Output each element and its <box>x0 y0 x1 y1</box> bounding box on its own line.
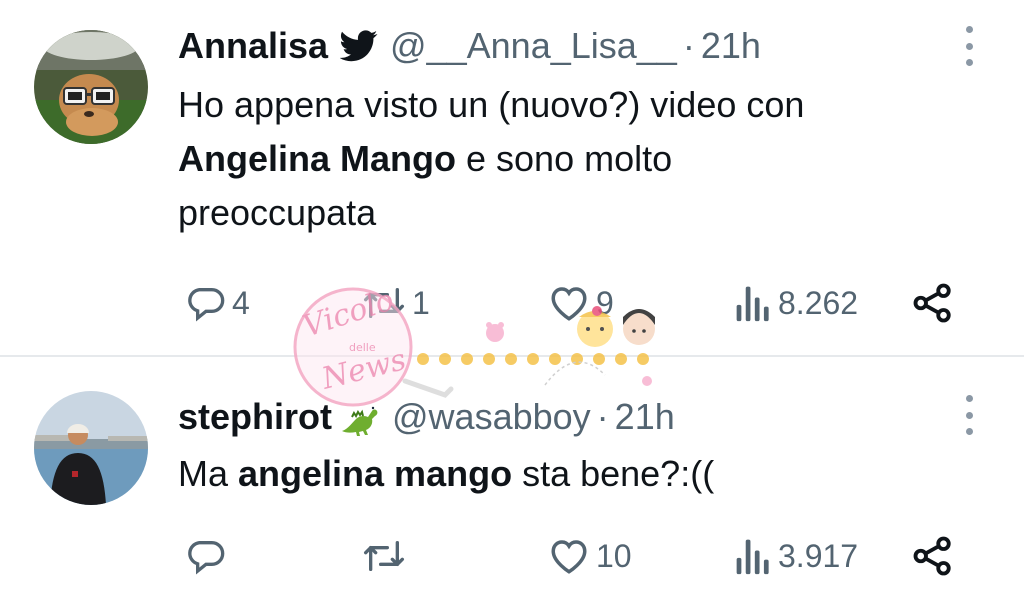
reply-count: 4 <box>232 284 250 321</box>
heart-icon <box>548 536 590 576</box>
share-icon <box>912 535 954 577</box>
timestamp[interactable]: 21h <box>701 25 761 67</box>
author-name[interactable]: Annalisa <box>178 25 328 67</box>
avatar[interactable] <box>34 30 148 144</box>
repost-count: 1 <box>412 284 430 321</box>
more-options-icon[interactable] <box>964 395 974 435</box>
tweet-feed: Annalisa @__Anna_Lisa__ · 21h Ho appena … <box>0 0 1024 594</box>
like-count: 9 <box>596 284 614 321</box>
reply-icon <box>186 536 226 576</box>
tweet-text-bold: Angelina Mango <box>178 138 456 179</box>
tweet[interactable]: stephirot @wasabboy · 21h Ma angelina ma… <box>0 357 1024 594</box>
views-button[interactable]: 3.917 <box>734 533 858 579</box>
like-count: 10 <box>596 537 632 574</box>
timestamp[interactable]: 21h <box>615 396 675 438</box>
analytics-icon <box>734 536 772 576</box>
avatar[interactable] <box>34 391 148 505</box>
tweet-text-bold: angelina mango <box>238 453 513 494</box>
tweet-text: Ma angelina mango sta bene?:(( <box>178 447 978 501</box>
analytics-icon <box>734 283 772 323</box>
tweet-header: stephirot @wasabboy · 21h <box>178 395 675 439</box>
dinosaur-emoji-icon <box>336 397 380 437</box>
repost-button[interactable]: 1 <box>362 280 430 326</box>
reply-icon <box>186 283 226 323</box>
like-button[interactable]: 9 <box>548 280 614 326</box>
separator-dot: · <box>596 396 609 437</box>
tweet-text-part: Ho appena visto un (nuovo?) video con <box>178 84 805 125</box>
share-button[interactable] <box>912 533 954 579</box>
repost-icon <box>362 536 406 576</box>
views-button[interactable]: 8.262 <box>734 280 858 326</box>
tweet-actions: 10 3.917 <box>0 533 1024 579</box>
reply-button[interactable] <box>186 533 232 579</box>
tweet-text-part: Ma <box>178 453 239 494</box>
author-handle[interactable]: @wasabboy <box>392 396 591 438</box>
more-options-icon[interactable] <box>964 26 974 66</box>
tweet-text-part: e sono molto <box>456 138 673 179</box>
tweet-text-part: preoccupata <box>178 192 377 233</box>
view-count: 8.262 <box>778 284 859 321</box>
tweet-actions: 4 1 9 8.262 <box>0 280 1024 326</box>
repost-button[interactable] <box>362 533 412 579</box>
tweet[interactable]: Annalisa @__Anna_Lisa__ · 21h Ho appena … <box>0 0 1024 357</box>
reply-button[interactable]: 4 <box>186 280 250 326</box>
like-button[interactable]: 10 <box>548 533 632 579</box>
author-handle[interactable]: @__Anna_Lisa__ <box>390 25 677 67</box>
share-button[interactable] <box>912 280 954 326</box>
tweet-header: Annalisa @__Anna_Lisa__ · 21h <box>178 24 761 68</box>
author-name[interactable]: stephirot <box>178 396 332 438</box>
tweet-text: Ho appena visto un (nuovo?) video con An… <box>178 78 978 240</box>
tweet-text-part: sta bene?:(( <box>512 453 715 494</box>
heart-icon <box>548 283 590 323</box>
share-icon <box>912 282 954 324</box>
twitter-bird-icon <box>340 30 378 62</box>
repost-icon <box>362 283 406 323</box>
avatar-man-at-lake-image <box>34 391 148 505</box>
avatar-dog-with-glasses-image <box>34 30 148 144</box>
separator-dot: · <box>682 25 695 66</box>
view-count: 3.917 <box>778 537 859 574</box>
